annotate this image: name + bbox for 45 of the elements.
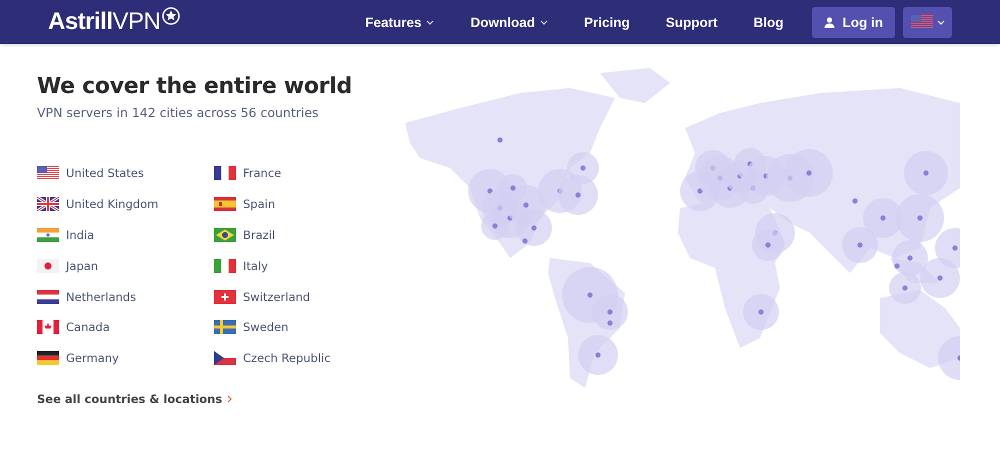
caret-icon <box>540 20 548 24</box>
nav-link[interactable]: Support <box>648 14 736 30</box>
flag-icon <box>37 228 59 242</box>
flag-icon <box>214 258 236 273</box>
country-name: Spain <box>243 197 276 212</box>
country-name: Switzerland <box>243 290 310 304</box>
nav-link[interactable]: Pricing <box>566 14 648 30</box>
logo[interactable]: AstrillVPN <box>48 8 160 36</box>
country-name: Netherlands <box>66 290 136 304</box>
country-name: Canada <box>66 320 110 334</box>
country-name: Sweden <box>243 320 288 334</box>
flag-icon <box>214 228 236 242</box>
country-name: Italy <box>243 258 268 273</box>
flag-icon <box>214 320 236 334</box>
nav-link[interactable]: Blog <box>736 14 802 30</box>
flag-icon <box>214 197 236 212</box>
country-name: United States <box>66 166 144 180</box>
page-heading: We cover the entire world <box>37 74 353 99</box>
country-name: Germany <box>66 351 119 366</box>
flag-icon <box>37 320 59 334</box>
language-selector[interactable] <box>903 6 952 38</box>
country-name: Japan <box>66 258 98 273</box>
user-icon <box>824 16 834 28</box>
nav-link[interactable]: Download <box>452 14 566 30</box>
country-name: Czech Republic <box>243 351 331 366</box>
page-subtitle: VPN servers in 142 cities across 56 countries <box>37 105 320 120</box>
flag-icon <box>37 351 59 366</box>
flag-icon <box>37 258 59 273</box>
flag-icon <box>910 15 932 29</box>
country-name: Brazil <box>243 228 276 242</box>
caret-icon <box>426 20 434 24</box>
flag-icon <box>214 351 236 366</box>
flag-icon <box>214 166 236 180</box>
country-name: United Kingdom <box>66 197 158 212</box>
chevron-right-icon <box>227 394 232 403</box>
flag-icon <box>37 166 59 180</box>
see-all-link[interactable]: See all countries & locations <box>37 392 232 406</box>
login-button[interactable]: Log in <box>812 6 895 38</box>
country-name: France <box>243 166 282 180</box>
country-name: India <box>66 228 94 242</box>
caret-icon <box>936 20 944 24</box>
nav-link[interactable]: Features <box>347 14 452 30</box>
flag-icon <box>37 197 59 212</box>
flag-icon <box>37 290 59 304</box>
flag-icon <box>214 290 236 304</box>
